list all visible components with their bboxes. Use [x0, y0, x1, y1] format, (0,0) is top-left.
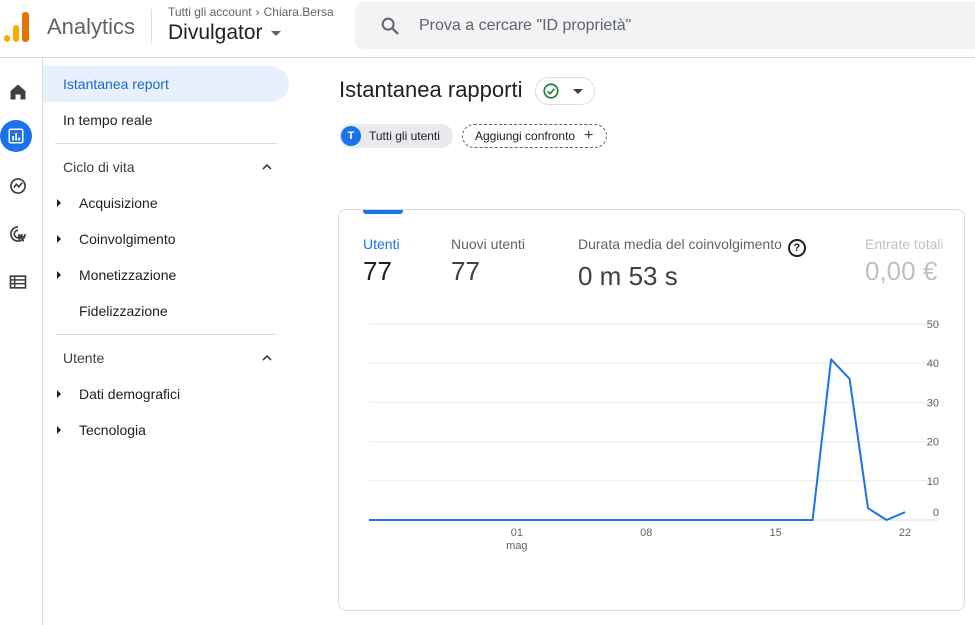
property-selector[interactable]: Divulgator: [168, 21, 281, 45]
divider: [55, 334, 277, 335]
chevron-up-icon[interactable]: [262, 162, 272, 172]
advertising-button[interactable]: [3, 219, 33, 249]
metric-value: 0 m 53 s: [578, 261, 678, 291]
segment-label: Tutti gli utenti: [369, 129, 440, 143]
y-tick-label: 0: [933, 507, 939, 519]
search-placeholder: Prova a cercare "ID proprietà": [419, 17, 632, 34]
metric-label: Durata media del coinvolgimento: [578, 236, 782, 252]
breadcrumb[interactable]: Tutti gli account › Chiara.Bersa: [168, 5, 334, 19]
overview-card: Utenti 77 Nuovi utenti 77 Durata media d…: [338, 209, 965, 611]
chevron-up-icon[interactable]: [262, 353, 272, 363]
expand-triangle-icon[interactable]: [57, 271, 61, 279]
metric-value: 0,00 €: [865, 256, 938, 286]
add-comparison-label: Aggiungi confronto: [475, 129, 576, 143]
scroll-fade: [936, 210, 964, 300]
y-tick-label: 40: [927, 358, 939, 370]
report-status-button[interactable]: [535, 77, 595, 105]
series-line: [369, 358, 906, 521]
configure-icon: [9, 275, 27, 289]
y-tick-label: 30: [927, 397, 939, 409]
breadcrumb-account[interactable]: Tutti gli account: [168, 5, 252, 19]
active-tab-indicator: [363, 210, 403, 214]
nav-item-snapshot[interactable]: Istantanea report: [63, 76, 169, 92]
metric-value: 77: [451, 256, 480, 286]
x-tick-label: 01: [511, 527, 523, 539]
chevron-right-icon: ›: [255, 5, 260, 19]
reports-icon: [8, 128, 24, 144]
analytics-logo-icon[interactable]: [4, 12, 30, 42]
metric-label: Utenti: [363, 236, 400, 252]
metric-avg-engagement[interactable]: Durata media del coinvolgimento? 0 m 53 …: [578, 236, 806, 292]
nav-item-technology[interactable]: Tecnologia: [79, 422, 146, 438]
expand-triangle-icon[interactable]: [57, 199, 61, 207]
search-icon: [381, 17, 399, 35]
check-circle-icon: [543, 83, 559, 99]
report-sidebar: Istantanea report In tempo reale Ciclo d…: [43, 58, 293, 625]
home-button[interactable]: [3, 77, 33, 107]
explore-icon: [10, 178, 26, 194]
segment-avatar: T: [341, 126, 361, 146]
add-comparison-button[interactable]: Aggiungi confronto +: [462, 124, 607, 148]
nav-item-engagement[interactable]: Coinvolgimento: [79, 231, 176, 247]
expand-triangle-icon[interactable]: [57, 235, 61, 243]
nav-item-monetization[interactable]: Monetizzazione: [79, 267, 176, 283]
dropdown-caret-icon: [270, 30, 281, 36]
segment-chip-all-users[interactable]: T Tutti gli utenti: [339, 124, 453, 148]
page-title: Istantanea rapporti: [339, 77, 523, 102]
header-divider: [151, 9, 152, 43]
metric-total-revenue[interactable]: Entrate totali 0,00 €: [865, 236, 944, 287]
app-name: Analytics: [47, 14, 136, 39]
metric-label: Nuovi utenti: [451, 236, 525, 252]
explore-button[interactable]: [3, 171, 33, 201]
dropdown-caret-icon: [573, 89, 583, 94]
y-tick-label: 20: [927, 437, 939, 449]
nav-item-acquisition[interactable]: Acquisizione: [79, 195, 158, 211]
reports-button[interactable]: [0, 120, 32, 152]
metric-label: Entrate totali: [865, 236, 944, 252]
metric-new-users[interactable]: Nuovi utenti 77: [451, 236, 525, 287]
section-user-title[interactable]: Utente: [63, 350, 104, 366]
expand-triangle-icon[interactable]: [57, 390, 61, 398]
top-bar: Analytics Tutti gli account › Chiara.Bersa…: [0, 0, 975, 58]
x-tick-label: 15: [769, 527, 781, 539]
divider: [55, 143, 277, 144]
nav-item-demographics[interactable]: Dati demografici: [79, 386, 180, 402]
search-bar[interactable]: Prova a cercare "ID proprietà": [355, 2, 975, 49]
y-tick-label: 50: [927, 319, 939, 331]
metric-value: 77: [363, 256, 392, 286]
configure-button[interactable]: [3, 267, 33, 297]
nav-item-retention[interactable]: Fidelizzazione: [79, 303, 168, 319]
nav-item-realtime[interactable]: In tempo reale: [63, 112, 153, 128]
breadcrumb-property[interactable]: Chiara.Bersa: [264, 5, 334, 19]
home-icon: [10, 84, 26, 100]
y-tick-label: 10: [927, 476, 939, 488]
plus-icon: +: [584, 127, 594, 144]
advertising-icon: [10, 226, 26, 242]
navigation-rail: [0, 58, 43, 625]
x-tick-sublabel: mag: [506, 540, 527, 552]
x-tick-label: 08: [640, 527, 652, 539]
property-name: Divulgator: [168, 21, 263, 44]
section-lifecycle-title[interactable]: Ciclo di vita: [63, 159, 135, 175]
expand-triangle-icon[interactable]: [57, 426, 61, 434]
help-icon[interactable]: ?: [787, 239, 806, 257]
metric-users[interactable]: Utenti 77: [363, 236, 400, 287]
x-tick-label: 22: [899, 527, 911, 539]
users-line-chart: 0 10 20 30 40 50 01mag 08 15 22: [369, 319, 939, 552]
